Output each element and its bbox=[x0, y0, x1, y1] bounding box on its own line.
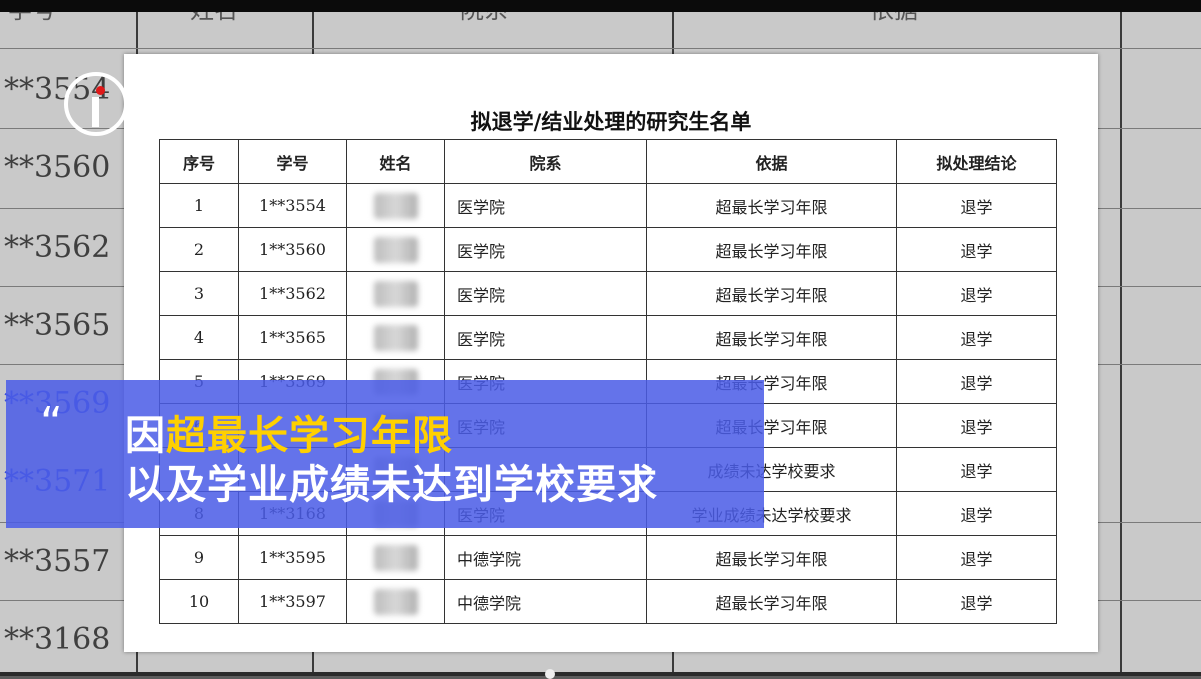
bg-student-number: **3168 bbox=[4, 622, 111, 657]
table-row: 9 1**3595 中德学院 超最长学习年限 退学 bbox=[159, 535, 1057, 580]
row-student-id: 1**3565 bbox=[238, 315, 347, 360]
table-row: 2 1**3560 医学院 超最长学习年限 退学 bbox=[159, 227, 1057, 272]
document-title: 拟退学/结业处理的研究生名单 bbox=[470, 109, 752, 134]
blurred-name bbox=[373, 192, 418, 219]
caption-line-2: 以及学业成绩未达到学校要求 bbox=[125, 462, 658, 508]
row-result: 退学 bbox=[896, 403, 1057, 448]
column-header-id: 学号 bbox=[238, 139, 347, 184]
row-dept: 医学院 bbox=[444, 271, 647, 316]
row-dept: 中德学院 bbox=[444, 579, 647, 624]
row-dept: 医学院 bbox=[444, 227, 647, 272]
row-no: 9 bbox=[159, 535, 239, 580]
row-basis: 超最长学习年限 bbox=[646, 535, 897, 580]
column-header-result: 拟处理结论 bbox=[896, 139, 1057, 184]
blurred-name bbox=[373, 280, 418, 307]
row-student-id: 1**3595 bbox=[238, 535, 347, 580]
column-header-no: 序号 bbox=[159, 139, 239, 184]
table-row: 3 1**3562 医学院 超最长学习年限 退学 bbox=[159, 271, 1057, 316]
row-result: 退学 bbox=[896, 183, 1057, 228]
row-student-id: 1**3554 bbox=[238, 183, 347, 228]
row-result: 退学 bbox=[896, 271, 1057, 316]
row-basis: 超最长学习年限 bbox=[646, 315, 897, 360]
row-name-blurred bbox=[346, 315, 445, 360]
row-name-blurred bbox=[346, 271, 445, 316]
progress-track bbox=[0, 672, 1201, 676]
row-result: 退学 bbox=[896, 535, 1057, 580]
row-no: 4 bbox=[159, 315, 239, 360]
row-result: 退学 bbox=[896, 359, 1057, 404]
row-dept: 中德学院 bbox=[444, 535, 647, 580]
row-name-blurred bbox=[346, 183, 445, 228]
top-black-bar bbox=[0, 0, 1201, 12]
document-card: 拟退学/结业处理的研究生名单 序号 学号 姓名 院系 依据 拟处理结论 1 1**… bbox=[124, 54, 1098, 652]
row-dept: 医学院 bbox=[444, 315, 647, 360]
row-result: 退学 bbox=[896, 579, 1057, 624]
row-no: 3 bbox=[159, 271, 239, 316]
row-no: 1 bbox=[159, 183, 239, 228]
row-dept: 医学院 bbox=[444, 183, 647, 228]
row-name-blurred bbox=[346, 227, 445, 272]
row-basis: 超最长学习年限 bbox=[646, 227, 897, 272]
progress-handle[interactable] bbox=[545, 669, 555, 679]
column-header-name: 姓名 bbox=[346, 139, 445, 184]
row-basis: 超最长学习年限 bbox=[646, 579, 897, 624]
quote-mark-icon: “ bbox=[40, 398, 63, 449]
row-student-id: 1**3562 bbox=[238, 271, 347, 316]
column-header-basis: 依据 bbox=[646, 139, 897, 184]
table-row: 10 1**3597 中德学院 超最长学习年限 退学 bbox=[159, 579, 1057, 624]
blurred-name bbox=[373, 324, 418, 351]
logo-bar-icon bbox=[92, 97, 99, 127]
bg-student-number: **3560 bbox=[4, 150, 111, 185]
row-result: 退学 bbox=[896, 447, 1057, 492]
row-result: 退学 bbox=[896, 491, 1057, 536]
bg-student-number: **3562 bbox=[4, 230, 111, 265]
logo-red-dot-icon bbox=[96, 86, 105, 95]
row-name-blurred bbox=[346, 535, 445, 580]
row-student-id: 1**3560 bbox=[238, 227, 347, 272]
table-row: 1 1**3554 医学院 超最长学习年限 退学 bbox=[159, 183, 1057, 228]
bg-student-number: **3565 bbox=[4, 308, 111, 343]
bg-student-number: **3557 bbox=[4, 544, 111, 579]
blurred-name bbox=[373, 544, 418, 571]
row-student-id: 1**3597 bbox=[238, 579, 347, 624]
table-row: 4 1**3565 医学院 超最长学习年限 退学 bbox=[159, 315, 1057, 360]
table-header-row: 序号 学号 姓名 院系 依据 拟处理结论 bbox=[159, 139, 1057, 184]
column-header-dept: 院系 bbox=[444, 139, 647, 184]
row-result: 退学 bbox=[896, 227, 1057, 272]
blurred-name bbox=[373, 588, 418, 615]
row-no: 10 bbox=[159, 579, 239, 624]
row-basis: 超最长学习年限 bbox=[646, 183, 897, 228]
row-basis: 超最长学习年限 bbox=[646, 271, 897, 316]
row-no: 2 bbox=[159, 227, 239, 272]
row-result: 退学 bbox=[896, 315, 1057, 360]
bg-row-line bbox=[0, 48, 1201, 49]
row-name-blurred bbox=[346, 579, 445, 624]
blurred-name bbox=[373, 236, 418, 263]
